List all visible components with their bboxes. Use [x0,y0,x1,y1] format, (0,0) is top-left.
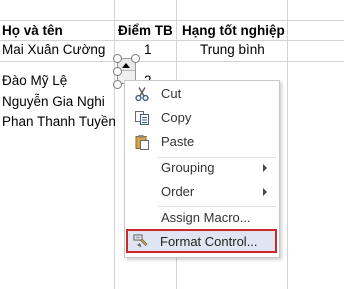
column-divider [287,0,288,289]
column-divider [114,0,115,289]
cell-name[interactable]: Mai Xuân Cường [2,39,105,60]
menu-item-label: Order [161,184,195,199]
resize-handle[interactable] [113,80,122,89]
menu-item-label: Assign Macro... [161,210,251,225]
menu-item-label: Grouping [161,160,215,175]
arrow-up-icon [122,63,130,68]
menu-item-grouping[interactable]: Grouping [127,157,277,179]
cell-name[interactable]: Nguyễn Gia Nghi [2,91,105,112]
resize-handle[interactable] [131,54,140,63]
format-control-icon [133,234,148,248]
header-name[interactable]: Họ và tên [2,20,63,41]
paste-icon [135,135,149,150]
menu-item-order[interactable]: Order [127,181,277,203]
cell-name[interactable]: Đào Mỹ Lệ [2,70,67,91]
menu-item-copy[interactable]: Copy [127,107,277,129]
header-score[interactable]: Điểm TB [118,20,173,41]
menu-item-paste[interactable]: Paste [127,131,277,153]
menu-item-label: Paste [161,134,195,149]
menu-item-label: Cut [161,86,182,101]
resize-handle[interactable] [113,67,122,76]
chevron-right-icon [263,164,267,172]
scissors-icon [135,87,149,102]
menu-item-cut[interactable]: Cut [127,83,277,105]
chevron-right-icon [263,188,267,196]
resize-handle[interactable] [113,54,122,63]
cell-score[interactable]: 1 [144,39,152,60]
menu-item-format-control[interactable]: Format Control... [126,229,277,253]
header-rank[interactable]: Hạng tốt nghiệp [182,20,285,41]
row-divider [0,61,344,62]
menu-item-assign-macro[interactable]: Assign Macro... [127,207,277,229]
cell-rank[interactable]: Trung bình [200,39,265,60]
copy-icon [135,111,149,125]
cell-name[interactable]: Phan Thanh Tuyền [2,111,116,132]
menu-item-label: Copy [161,110,192,125]
menu-item-label: Format Control... [160,234,258,249]
